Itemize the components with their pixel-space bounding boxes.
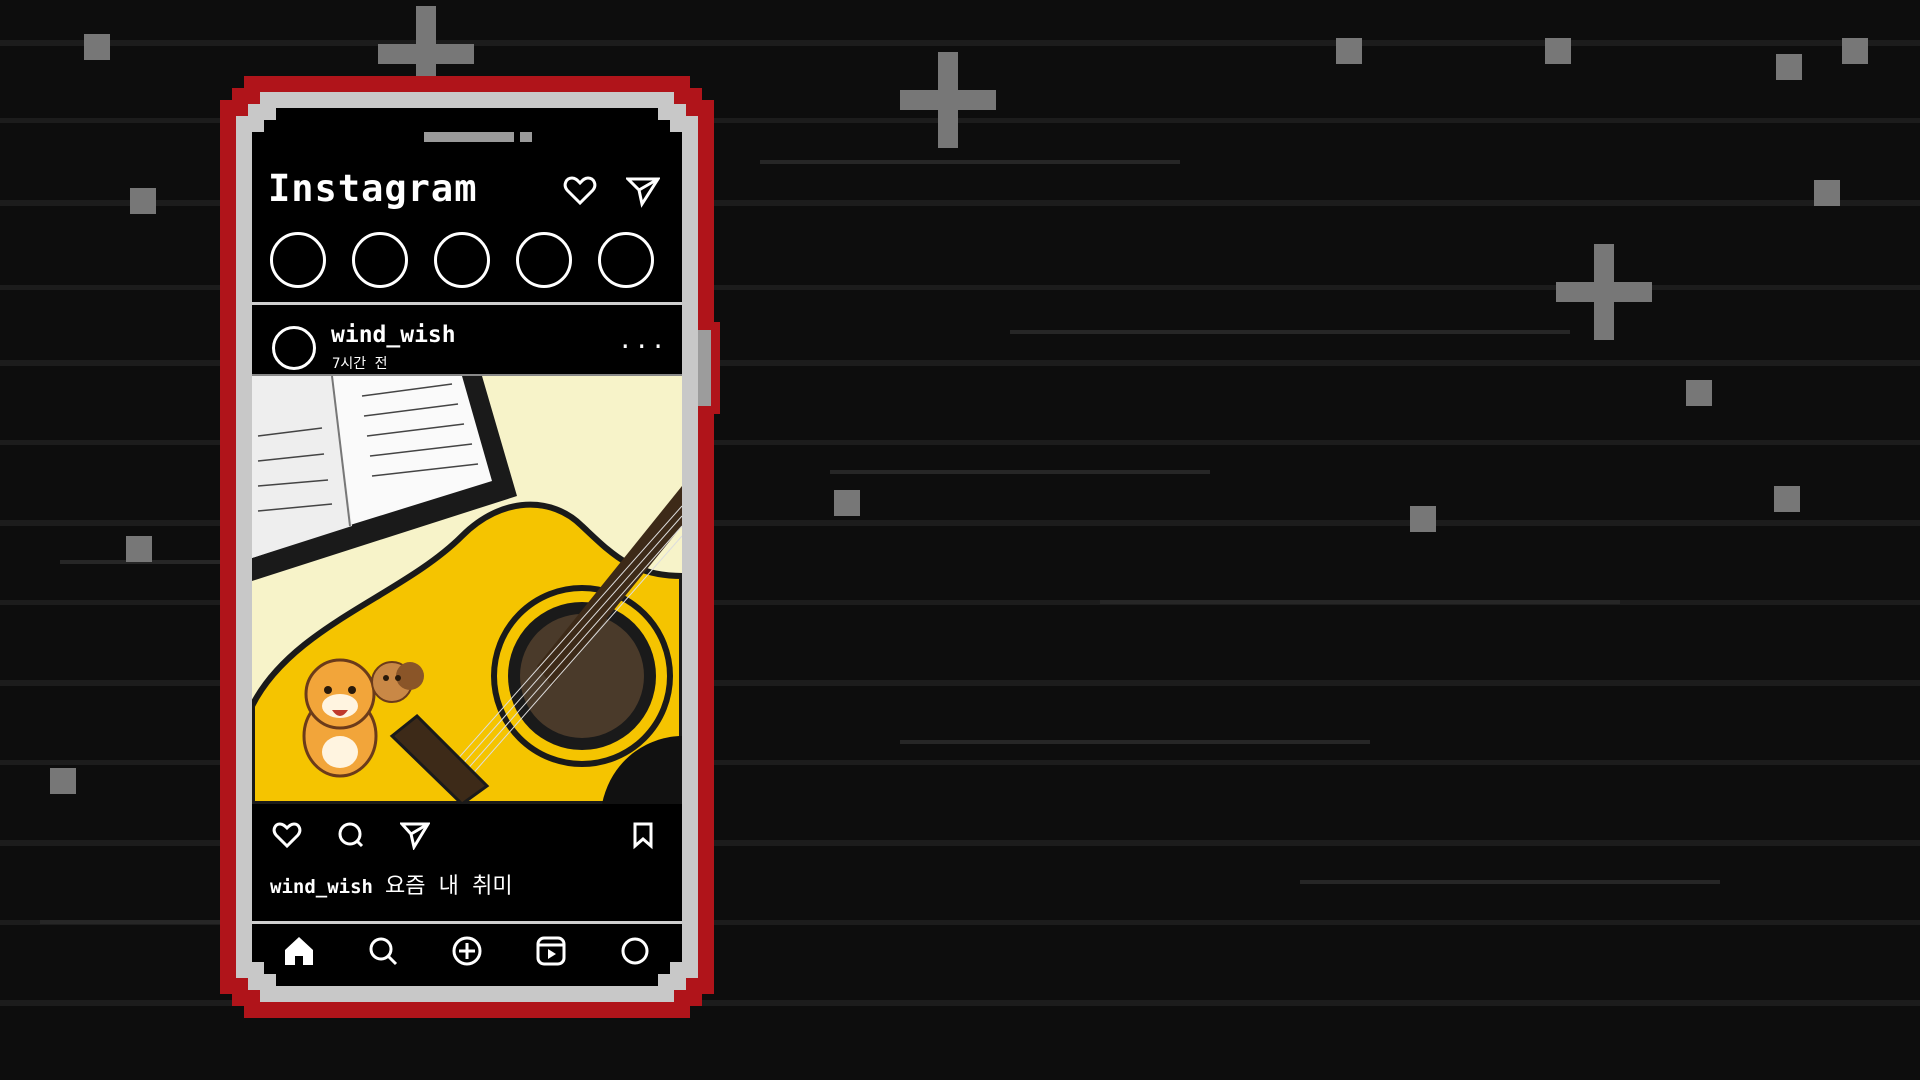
star-dot-decoration bbox=[1686, 380, 1712, 406]
star-dot-decoration bbox=[1842, 38, 1868, 64]
profile-icon[interactable] bbox=[618, 934, 652, 968]
star-dot-decoration bbox=[1814, 180, 1840, 206]
phone-speaker bbox=[424, 132, 514, 142]
post-timestamp: 7시간 전 bbox=[332, 356, 388, 372]
post-header: wind_wish 7시간 전 ... bbox=[252, 312, 682, 380]
app-header: Instagram bbox=[268, 166, 668, 212]
star-dot-decoration bbox=[126, 536, 152, 562]
stories-divider bbox=[252, 302, 682, 305]
search-icon[interactable] bbox=[366, 934, 400, 968]
share-icon[interactable] bbox=[400, 820, 430, 850]
post-caption: wind_wish 요즘 내 취미 bbox=[270, 868, 513, 900]
story-circle[interactable] bbox=[434, 232, 490, 288]
tiger-character bbox=[304, 660, 376, 776]
bottom-nav bbox=[252, 920, 682, 986]
star-dot-decoration bbox=[84, 34, 110, 60]
stories-row bbox=[270, 232, 670, 294]
phone-camera bbox=[520, 132, 532, 142]
paper-plane-icon[interactable] bbox=[626, 174, 660, 208]
star-dot-decoration bbox=[50, 768, 76, 794]
post-image[interactable] bbox=[252, 376, 682, 804]
star-plus-decoration bbox=[1556, 244, 1652, 340]
reels-icon[interactable] bbox=[534, 934, 568, 968]
add-post-icon[interactable] bbox=[450, 934, 484, 968]
story-circle[interactable] bbox=[598, 232, 654, 288]
star-dot-decoration bbox=[1410, 506, 1436, 532]
star-dot-decoration bbox=[1774, 486, 1800, 512]
phone-screen: Instagram wind_wish 7시간 전 ... wind_wish … bbox=[252, 108, 682, 986]
star-dot-decoration bbox=[1336, 38, 1362, 64]
star-dot-decoration bbox=[1545, 38, 1571, 64]
heart-outline-icon[interactable] bbox=[563, 174, 597, 208]
star-dot-decoration bbox=[1776, 54, 1802, 80]
more-options-icon[interactable]: ... bbox=[618, 326, 667, 354]
avatar[interactable] bbox=[272, 326, 316, 370]
caption-username[interactable]: wind_wish bbox=[270, 876, 373, 898]
story-circle[interactable] bbox=[270, 232, 326, 288]
caption-text: 요즘 내 취미 bbox=[384, 874, 513, 899]
story-circle[interactable] bbox=[516, 232, 572, 288]
post-actions bbox=[252, 808, 682, 858]
bookmark-icon[interactable] bbox=[628, 820, 658, 850]
post-username[interactable]: wind_wish bbox=[331, 322, 456, 348]
star-plus-decoration bbox=[900, 52, 996, 148]
comment-icon[interactable] bbox=[336, 820, 366, 850]
home-icon[interactable] bbox=[282, 934, 316, 968]
star-dot-decoration bbox=[130, 188, 156, 214]
app-title: Instagram bbox=[268, 167, 478, 210]
heart-icon[interactable] bbox=[272, 820, 302, 850]
story-circle[interactable] bbox=[352, 232, 408, 288]
phone-side-button-inner bbox=[697, 330, 711, 406]
star-dot-decoration bbox=[834, 490, 860, 516]
